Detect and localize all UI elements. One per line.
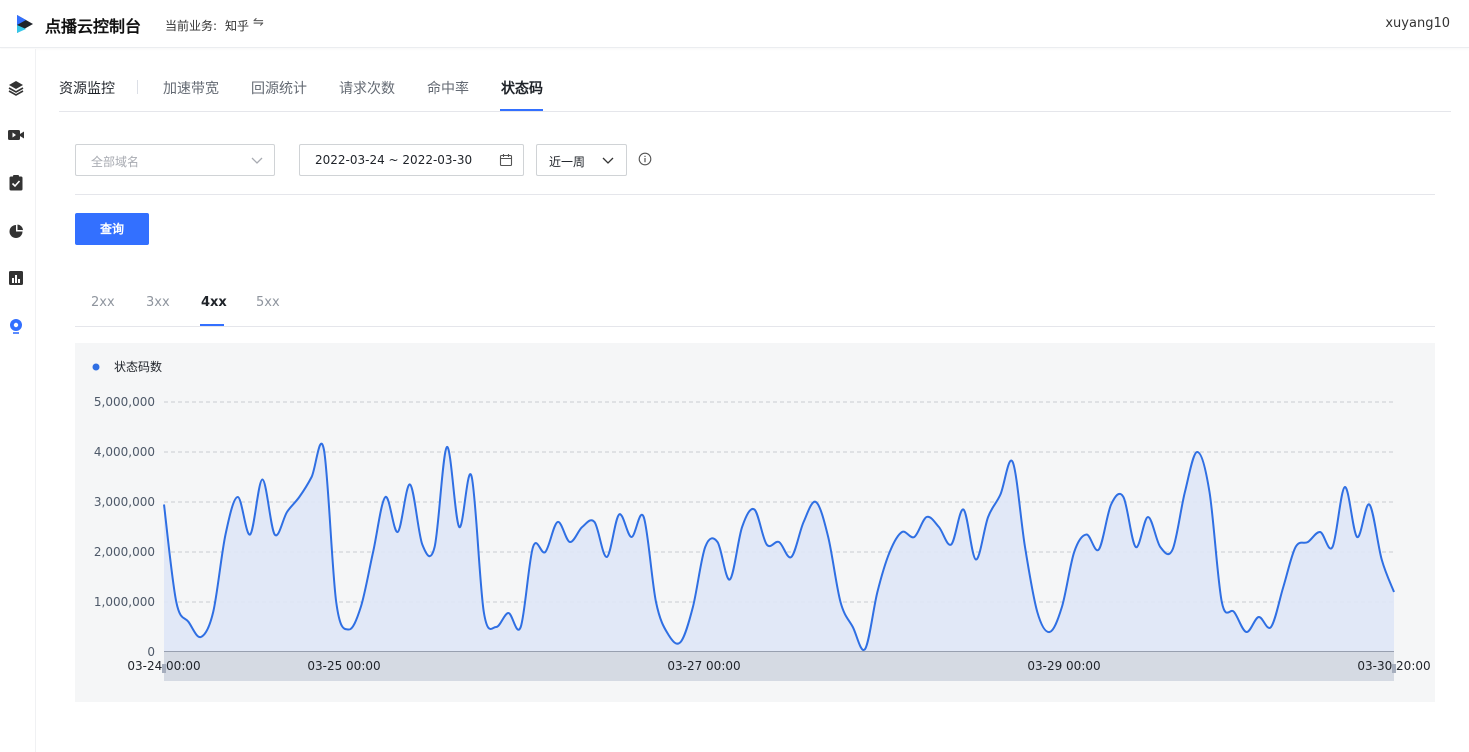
sidebar	[0, 49, 36, 752]
clipboard-check-icon[interactable]	[7, 174, 25, 192]
legend-marker	[92, 363, 100, 371]
range-select-value: 近一周	[549, 155, 586, 169]
x-tick-label: 03-24 00:00	[127, 659, 200, 673]
video-icon[interactable]	[7, 126, 25, 144]
tab-origin-stats[interactable]: 回源统计	[251, 78, 307, 98]
tab-2xx[interactable]: 2xx	[91, 295, 115, 310]
calendar-icon	[499, 154, 513, 167]
top-bar: 点播云控制台 当前业务: 知乎 ⇋ xuyang10	[0, 0, 1469, 48]
tab-divider	[137, 80, 138, 94]
status-code-chart: 状态码数 0 1,000,000 2,000,000 3,000,000 4,000,0…	[92, 359, 1431, 681]
y-tick-label: 2,000,000	[94, 545, 155, 559]
bar-chart-icon[interactable]	[7, 269, 25, 287]
monitor-tabs: 资源监控 加速带宽 回源统计 请求次数 命中率 状态码	[59, 49, 1451, 112]
status-code-tabs: 2xx 3xx 4xx 5xx	[75, 287, 1435, 327]
legend-label[interactable]: 状态码数	[114, 359, 162, 374]
tab-3xx[interactable]: 3xx	[146, 295, 170, 310]
business-label: 当前业务:	[165, 19, 218, 33]
x-tick-label: 03-27 00:00	[667, 659, 740, 673]
tab-bandwidth[interactable]: 加速带宽	[163, 78, 219, 98]
query-button[interactable]: 查询	[75, 213, 149, 245]
domain-select-placeholder: 全部域名	[91, 155, 140, 169]
y-tick-label: 5,000,000	[94, 395, 155, 409]
business-value[interactable]: 知乎	[225, 17, 249, 34]
chevron-down-icon	[251, 157, 263, 164]
app-title[interactable]: 点播云控制台	[45, 13, 141, 37]
range-select[interactable]: 近一周	[536, 144, 627, 176]
date-range-picker[interactable]: 2022-03-24 ~ 2022-03-30	[299, 144, 524, 176]
chart-panel: 状态码数 0 1,000,000 2,000,000 3,000,000 4,000,0…	[75, 343, 1435, 702]
y-tick-label: 3,000,000	[94, 495, 155, 509]
tab-5xx[interactable]: 5xx	[256, 295, 280, 310]
switch-business-icon[interactable]: ⇋	[253, 15, 264, 30]
filter-divider	[75, 194, 1435, 195]
tab-request-count[interactable]: 请求次数	[339, 78, 395, 98]
x-tick-label: 03-30 20:00	[1357, 659, 1430, 673]
main-content: 资源监控 加速带宽 回源统计 请求次数 命中率 状态码 全部域名 2022-03…	[36, 49, 1469, 752]
date-range-value: 2022-03-24 ~ 2022-03-30	[315, 153, 473, 167]
tab-resource-monitor[interactable]: 资源监控	[59, 78, 115, 98]
location-pin-icon[interactable]	[7, 317, 25, 335]
tab-status-code[interactable]: 状态码	[501, 78, 543, 98]
active-code-tab-indicator	[200, 324, 224, 326]
y-tick-label: 0	[147, 645, 155, 659]
active-tab-indicator	[500, 109, 543, 111]
x-tick-label: 03-29 00:00	[1027, 659, 1100, 673]
tab-4xx[interactable]: 4xx	[201, 295, 227, 310]
layers-icon[interactable]	[7, 79, 25, 97]
user-name[interactable]: xuyang10	[1385, 16, 1450, 31]
info-icon[interactable]	[638, 152, 652, 166]
series-area	[164, 443, 1394, 652]
tab-hit-rate[interactable]: 命中率	[427, 78, 469, 98]
x-tick-label: 03-25 00:00	[307, 659, 380, 673]
y-tick-label: 4,000,000	[94, 445, 155, 459]
pie-chart-icon[interactable]	[7, 222, 25, 240]
y-tick-label: 1,000,000	[94, 595, 155, 609]
app-logo-icon[interactable]	[14, 13, 36, 35]
chevron-down-icon	[602, 157, 614, 164]
domain-select[interactable]: 全部域名	[75, 144, 275, 176]
